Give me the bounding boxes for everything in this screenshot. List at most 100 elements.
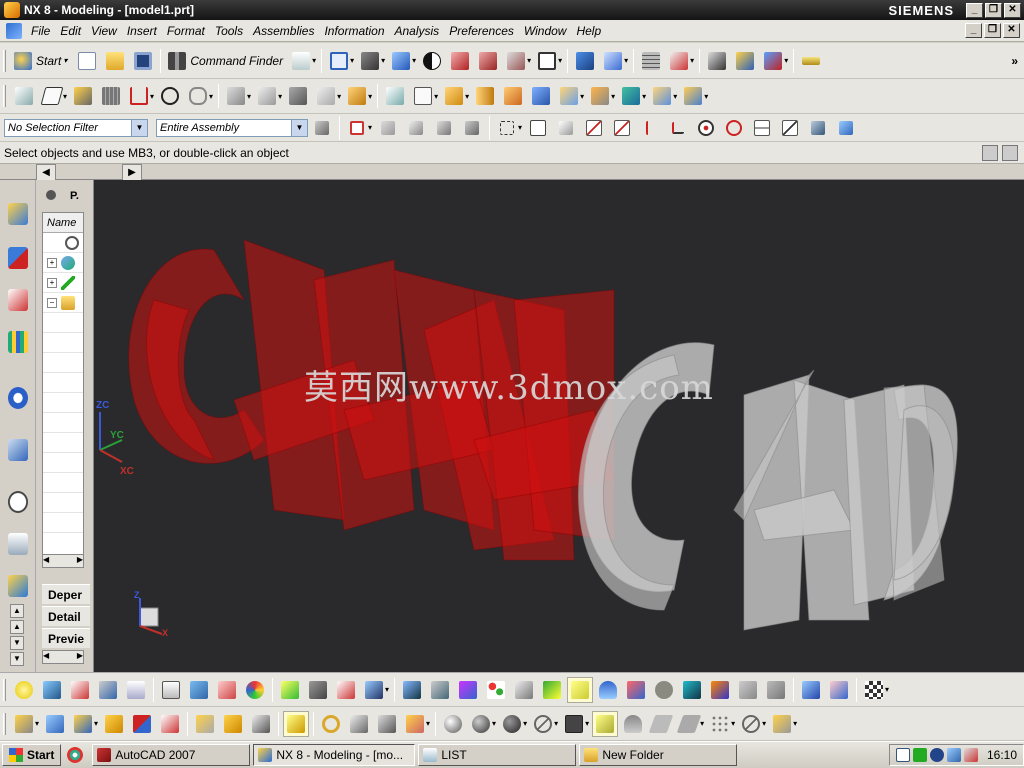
menu-help[interactable]: Help xyxy=(571,24,606,38)
part-navigator-tab[interactable] xyxy=(4,284,32,316)
resource-scroll-top-button[interactable]: ▲ xyxy=(10,604,24,618)
doc-restore-button[interactable]: ❐ xyxy=(984,23,1001,38)
points-button[interactable] xyxy=(483,677,509,703)
snap-midpoint-button[interactable] xyxy=(553,115,579,141)
zoom-button[interactable] xyxy=(357,48,383,74)
chrome-quicklaunch-icon[interactable] xyxy=(67,747,84,763)
orient-view-button[interactable] xyxy=(572,48,598,74)
truck-button[interactable] xyxy=(798,677,824,703)
render-style-button[interactable] xyxy=(419,48,445,74)
solid-box-button[interactable] xyxy=(561,711,587,737)
curve-draw-button[interactable] xyxy=(455,677,481,703)
plane-button[interactable] xyxy=(648,711,674,737)
general-selection-button[interactable] xyxy=(309,115,335,141)
history-tab[interactable] xyxy=(4,434,32,466)
synchronous-button[interactable] xyxy=(680,83,706,109)
shaded-button[interactable] xyxy=(388,48,414,74)
resource-scroll-up-button[interactable]: ▲ xyxy=(10,620,24,634)
tree-row[interactable] xyxy=(43,373,83,393)
constraint-button[interactable] xyxy=(129,711,155,737)
taskbar-list[interactable]: LIST xyxy=(418,744,577,766)
minimize-button[interactable]: _ xyxy=(966,2,983,18)
tip-button[interactable] xyxy=(11,677,37,703)
undo-select-button[interactable] xyxy=(375,115,401,141)
shaded-box-button[interactable] xyxy=(361,677,387,703)
web-browser-tab[interactable] xyxy=(4,382,32,414)
user-button[interactable] xyxy=(595,677,621,703)
analysis-button[interactable] xyxy=(732,48,758,74)
dependencies-section[interactable]: Deper xyxy=(42,584,90,604)
toolbar-grip[interactable] xyxy=(3,85,6,107)
pin-icon[interactable] xyxy=(46,190,56,200)
part-navigator-tab-label[interactable]: P. xyxy=(70,190,79,202)
system-materials-tab[interactable] xyxy=(4,528,32,560)
feature-group-button[interactable] xyxy=(382,83,408,109)
select-face-button[interactable] xyxy=(431,115,457,141)
snap-face-button[interactable] xyxy=(805,115,831,141)
pattern-button[interactable] xyxy=(402,711,428,737)
volume-muted-icon[interactable] xyxy=(963,748,978,762)
status-toggle-icon[interactable] xyxy=(982,144,998,161)
snap-tangent-button[interactable] xyxy=(665,115,691,141)
snap-on-curve-button[interactable] xyxy=(777,115,803,141)
command-finder-button[interactable]: Command Finder xyxy=(164,48,287,74)
visualization-button[interactable] xyxy=(95,677,121,703)
toolbar-grip[interactable] xyxy=(3,712,6,735)
disc-button[interactable] xyxy=(468,711,494,737)
sphere-button[interactable] xyxy=(440,711,466,737)
mirror-button[interactable] xyxy=(101,711,127,737)
fit-view-button[interactable] xyxy=(326,48,352,74)
resource-scroll-bottom-button[interactable]: ▼ xyxy=(10,652,24,666)
select-body-button[interactable] xyxy=(403,115,429,141)
start-button[interactable]: Start ▾ xyxy=(10,48,73,74)
download-icon[interactable] xyxy=(929,748,944,762)
selection-filter-dropdown[interactable]: No Selection Filter ▼ xyxy=(4,118,148,137)
nx-app-icon[interactable] xyxy=(4,2,20,18)
assembly-add-button[interactable] xyxy=(11,711,37,737)
image-button[interactable] xyxy=(186,677,212,703)
offset-curve-button[interactable] xyxy=(285,83,311,109)
save-button[interactable] xyxy=(130,48,156,74)
static-wireframe-button[interactable] xyxy=(503,48,529,74)
menu-preferences[interactable]: Preferences xyxy=(444,24,519,38)
tree-row[interactable] xyxy=(43,233,83,253)
flag-button[interactable] xyxy=(539,677,565,703)
constraint-navigator-tab[interactable] xyxy=(4,242,32,274)
snap-intersection-button[interactable] xyxy=(609,115,635,141)
wrench-button[interactable] xyxy=(769,711,795,737)
sheet-button[interactable] xyxy=(410,83,436,109)
new-file-button[interactable] xyxy=(74,48,100,74)
no-button[interactable] xyxy=(530,711,556,737)
rocks-button[interactable] xyxy=(651,677,677,703)
snap-line-button[interactable] xyxy=(581,115,607,141)
menu-insert[interactable]: Insert xyxy=(122,24,162,38)
render-button[interactable] xyxy=(214,677,240,703)
menu-information[interactable]: Information xyxy=(319,24,389,38)
cone-button[interactable] xyxy=(500,83,526,109)
dots-button[interactable] xyxy=(707,711,733,737)
roles-tab[interactable] xyxy=(4,570,32,602)
menu-view[interactable]: View xyxy=(86,24,122,38)
curve-button[interactable] xyxy=(223,83,249,109)
full-screen-icon[interactable] xyxy=(1002,144,1018,161)
tree-row[interactable]: − xyxy=(43,293,83,313)
pipe-button[interactable] xyxy=(374,711,400,737)
hidden-edges-button[interactable] xyxy=(475,48,501,74)
trim-button[interactable] xyxy=(254,83,280,109)
grid-button[interactable] xyxy=(98,83,124,109)
no-2-button[interactable] xyxy=(738,711,764,737)
open-button[interactable] xyxy=(102,48,128,74)
expand-icon[interactable]: + xyxy=(47,258,57,268)
offset-face-button[interactable] xyxy=(618,83,644,109)
preview-section[interactable]: Previe xyxy=(42,628,90,648)
print-button[interactable] xyxy=(67,677,93,703)
snap-quadrant-button[interactable] xyxy=(721,115,747,141)
movie-button[interactable] xyxy=(399,677,425,703)
project-button[interactable] xyxy=(313,83,339,109)
sketch-in-task-button[interactable] xyxy=(70,83,96,109)
taskbar-nx8[interactable]: NX 8 - Modeling - [mo... xyxy=(253,744,416,766)
doc-minimize-button[interactable]: _ xyxy=(965,23,982,38)
thicken-button[interactable] xyxy=(587,83,613,109)
cube-button[interactable] xyxy=(679,677,705,703)
toolbar-overflow[interactable]: » xyxy=(1011,54,1018,68)
